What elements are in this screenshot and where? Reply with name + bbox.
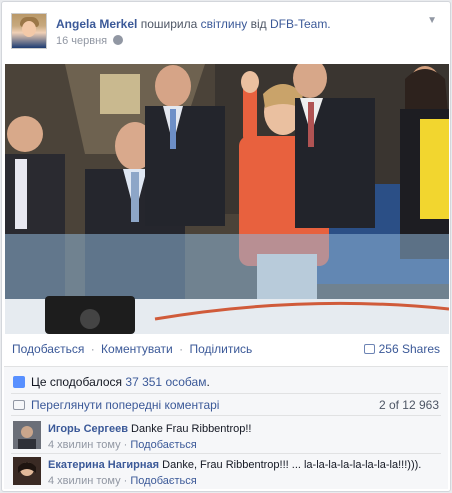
action-separator: · — [179, 342, 184, 356]
shares-count[interactable]: 256 Shares — [363, 342, 440, 356]
divider — [11, 415, 441, 416]
comment-meta: 4 хвилин тому · Подобається — [48, 475, 197, 487]
divider — [11, 453, 441, 454]
likes-prefix: Це сподобалося — [31, 375, 123, 389]
chevron-down-icon[interactable]: ▼ — [427, 15, 437, 26]
comment-meta: 4 хвилин тому · Подобається — [48, 439, 197, 451]
like-thumb-icon — [13, 376, 25, 388]
likes-summary: Це сподобалося 37 351 особам. — [13, 375, 210, 389]
shared-text: поширила — [140, 17, 198, 31]
shares-label: 256 Shares — [378, 342, 440, 356]
likes-count-link[interactable]: 37 351 особам — [125, 375, 206, 389]
comment-author[interactable]: Игорь Сергеев — [48, 423, 128, 435]
comment-item: Екатерина Нагирная Danke, Frau Ribbentro… — [13, 457, 439, 489]
view-previous-comments-link[interactable]: Переглянути попередні коментарі — [31, 398, 219, 412]
post-title: Angela Merkel поширила світлину від DFB-… — [56, 17, 331, 31]
photo-link[interactable]: світлину — [201, 17, 248, 31]
avatar-face — [22, 21, 36, 37]
share-icon — [363, 344, 375, 354]
comment-time[interactable]: 4 хвилин тому — [48, 439, 121, 451]
comment-like-link[interactable]: Подобається — [130, 439, 196, 451]
post-actions: Подобається · Коментувати · Поділитись 2… — [12, 342, 440, 358]
post-photo[interactable] — [5, 64, 449, 334]
comment-text: Danke, Frau Ribbentrop!!! ... la-la-la-l… — [162, 459, 422, 471]
comment-text: Danke Frau Ribbentrop!! — [131, 423, 252, 435]
meta-separator: · — [123, 439, 128, 451]
comment-link[interactable]: Коментувати — [101, 342, 173, 356]
feedback-section: Це сподобалося 37 351 особам. Переглянут… — [4, 366, 448, 489]
commenter-avatar[interactable] — [13, 421, 41, 449]
comment-body: Игорь Сергеев Danke Frau Ribbentrop!! — [48, 423, 251, 435]
post-date[interactable]: 16 червня — [56, 35, 107, 47]
source-page-link[interactable]: DFB-Team. — [270, 17, 331, 31]
post-card: Angela Merkel поширила світлину від DFB-… — [1, 1, 451, 492]
comment-author[interactable]: Екатерина Нагирная — [48, 459, 159, 471]
action-separator: · — [90, 342, 95, 356]
like-link[interactable]: Подобається — [12, 342, 84, 356]
meta-separator: · — [123, 475, 128, 487]
comments-count: 2 of 12 963 — [378, 398, 439, 412]
divider — [11, 393, 441, 394]
likes-suffix: . — [206, 375, 210, 389]
previous-comments: Переглянути попередні коментарі 2 of 12 … — [13, 398, 439, 412]
comment-body: Екатерина Нагирная Danke, Frau Ribbentro… — [48, 459, 421, 471]
comments-icon — [13, 400, 25, 410]
woman-yellow — [400, 66, 449, 259]
post-meta: 16 червня — [56, 35, 124, 47]
comment-time[interactable]: 4 хвилин тому — [48, 475, 121, 487]
comment-item: Игорь Сергеев Danke Frau Ribbentrop!! 4 … — [13, 421, 439, 453]
author-avatar[interactable] — [11, 13, 47, 49]
photo-illustration — [5, 64, 449, 334]
author-name[interactable]: Angela Merkel — [56, 17, 137, 31]
comment-like-link[interactable]: Подобається — [130, 475, 196, 487]
commenter-avatar[interactable] — [13, 457, 41, 485]
from-text: від — [250, 17, 267, 31]
share-link[interactable]: Поділитись — [189, 342, 252, 356]
globe-icon[interactable] — [113, 35, 124, 45]
post-header: Angela Merkel поширила світлину від DFB-… — [11, 11, 441, 51]
